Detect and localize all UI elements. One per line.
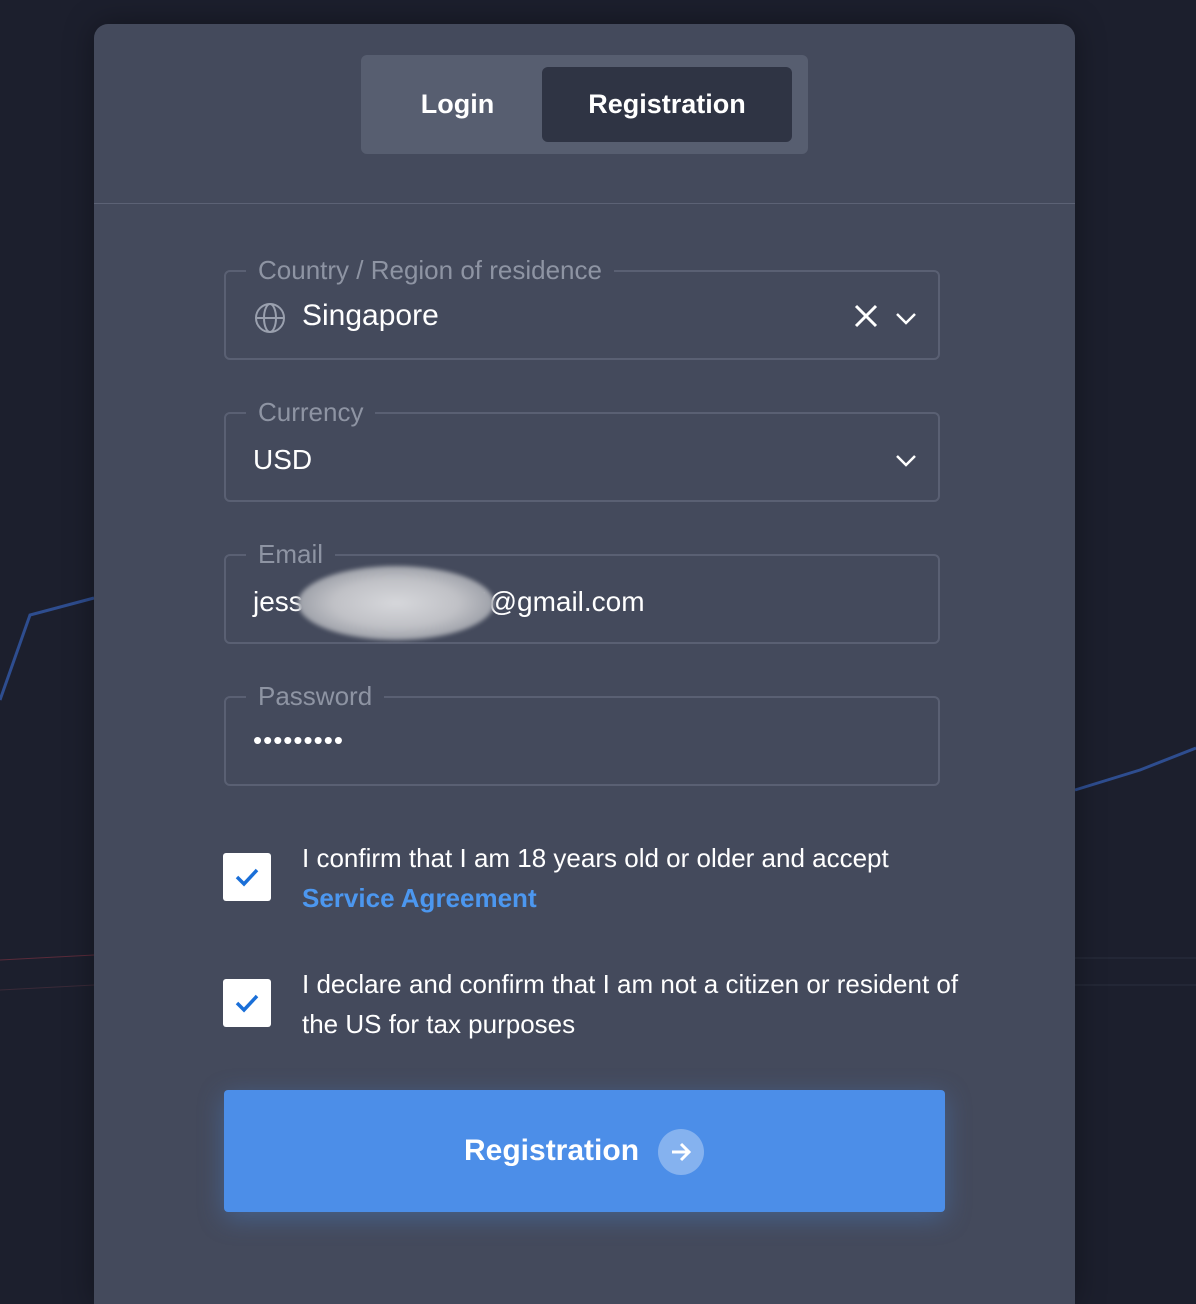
currency-value: USD — [253, 444, 313, 475]
check-icon — [235, 868, 259, 887]
age-agreement-text: I confirm that I am 18 years old or olde… — [302, 838, 962, 918]
arrow-right-icon — [658, 1129, 704, 1175]
password-field[interactable]: Password ••••••••• — [224, 679, 940, 786]
auth-card: Login Registration Country / Region of r… — [94, 24, 1075, 1304]
email-label: Email — [246, 537, 336, 571]
chevron-down-icon[interactable] — [892, 446, 920, 474]
auth-tabs: Login Registration — [361, 55, 808, 154]
submit-label: Registration — [464, 1134, 640, 1167]
country-select[interactable]: Country / Region of residence Singapore — [224, 253, 940, 360]
check-icon — [235, 994, 259, 1013]
password-value: ••••••••• — [253, 725, 344, 755]
globe-icon — [255, 303, 285, 333]
age-agreement-label: I confirm that I am 18 years old or olde… — [302, 843, 889, 873]
header-divider — [94, 203, 1075, 204]
chevron-down-icon[interactable] — [892, 304, 920, 332]
email-value-start: jess — [253, 586, 303, 617]
country-value: Singapore — [302, 299, 439, 332]
us-tax-text: I declare and confirm that I am not a ci… — [302, 969, 959, 1039]
age-agreement-checkbox[interactable] — [223, 853, 271, 901]
currency-label: Currency — [246, 395, 376, 429]
email-value-end: 4@gmail.com — [473, 586, 645, 617]
currency-select[interactable]: Currency USD — [224, 395, 940, 502]
redaction-blur — [298, 566, 494, 640]
tab-login[interactable]: Login — [373, 67, 542, 142]
tab-registration[interactable]: Registration — [542, 67, 792, 142]
email-field[interactable]: Email jess 4@gmail.com — [224, 537, 940, 644]
country-label: Country / Region of residence — [246, 253, 614, 287]
password-label: Password — [246, 679, 385, 713]
registration-submit-button[interactable]: Registration — [224, 1090, 945, 1212]
service-agreement-link[interactable]: Service Agreement — [302, 883, 537, 913]
us-tax-checkbox[interactable] — [223, 979, 271, 1027]
clear-icon[interactable] — [850, 300, 882, 332]
